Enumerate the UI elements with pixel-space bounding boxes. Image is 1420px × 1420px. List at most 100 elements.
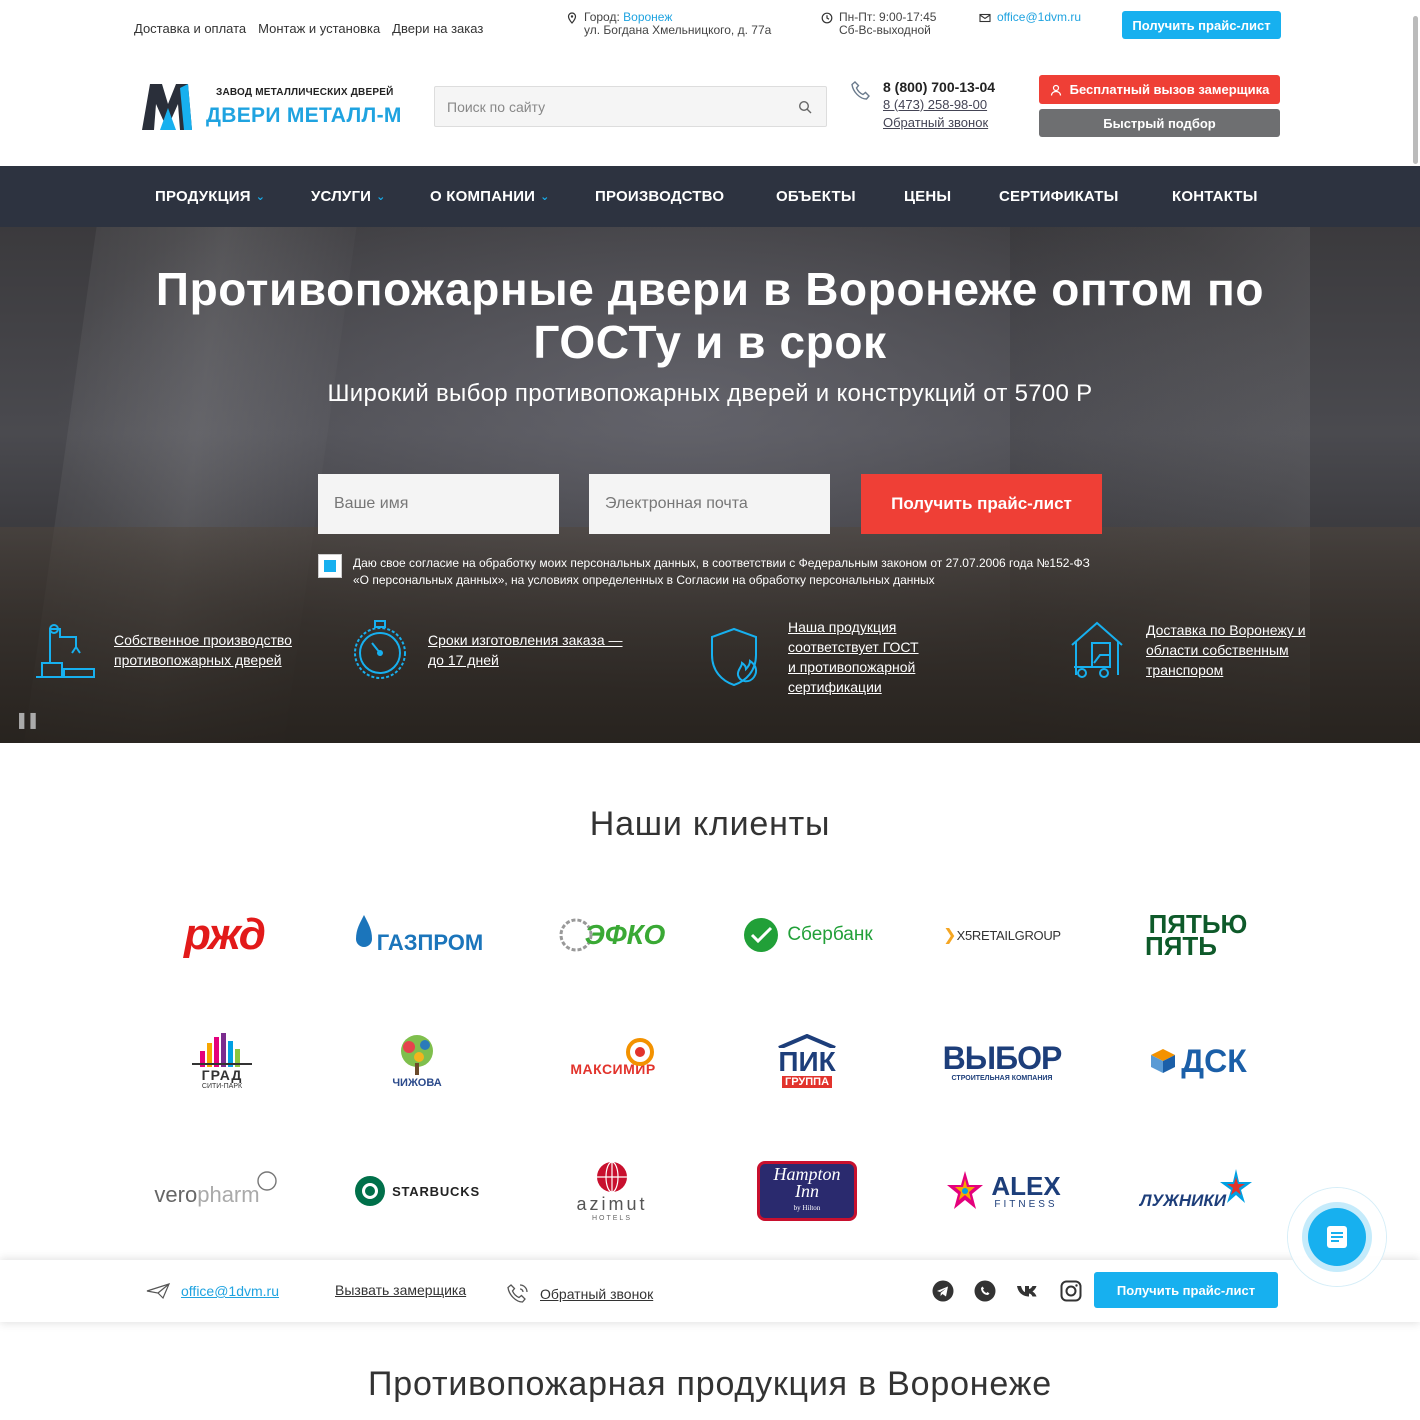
- client-logo-text: X5RETAILGROUP: [956, 927, 1062, 943]
- feature-production[interactable]: Собственное производство противопожарных…: [34, 619, 292, 681]
- chevron-down-icon: ⌄: [540, 191, 550, 203]
- top-email-link[interactable]: office@1dvm.ru: [997, 11, 1081, 24]
- nav-certificates[interactable]: СЕРТИФИКАТЫ: [999, 188, 1118, 205]
- phone-call-icon: [507, 1284, 528, 1303]
- client-logo-text: vero: [154, 1182, 198, 1207]
- link-custom-doors[interactable]: Двери на заказ: [392, 21, 483, 36]
- link-delivery[interactable]: Доставка и оплата: [134, 21, 246, 36]
- company-logo[interactable]: ЗАВОД МЕТАЛЛИЧЕСКИХ ДВЕРЕЙ ДВЕРИ МЕТАЛЛ-…: [140, 78, 410, 132]
- logo-mark-icon: [142, 84, 192, 130]
- hero-title-line2: ГОСТу и в срок: [533, 316, 887, 368]
- link-installation[interactable]: Монтаж и установка: [258, 21, 380, 36]
- chat-widget-button[interactable]: [1288, 1188, 1386, 1286]
- bottom-email-link[interactable]: office@1dvm.ru: [181, 1283, 279, 1299]
- feature-production-text: Собственное производство: [114, 632, 292, 648]
- maksimir-swirl-icon: [625, 1038, 654, 1066]
- hero-price-list-button[interactable]: Получить прайс-лист: [861, 474, 1102, 534]
- feature-delivery[interactable]: Доставка по Воронежу и области собственн…: [1066, 619, 1306, 681]
- hero-title: Противопожарные двери в Воронеже оптом п…: [40, 263, 1380, 369]
- alex-star-icon: [947, 1171, 984, 1209]
- phone-local[interactable]: 8 (473) 258-98-00: [883, 96, 995, 114]
- nav-production[interactable]: ПРОИЗВОДСТВО: [595, 188, 724, 205]
- name-input[interactable]: [318, 474, 559, 534]
- client-logo-text: ЭФКО: [584, 919, 666, 950]
- quick-pick-button[interactable]: Быстрый подбор: [1039, 109, 1280, 137]
- products-section-title: Противопожарная продукция в Воронеже: [368, 1365, 1052, 1403]
- feature-delivery-text: области собственным: [1146, 642, 1289, 658]
- bottom-measure[interactable]: Вызвать замерщика: [335, 1282, 466, 1298]
- client-logo-grad: ГРАД СИТИ-ПАРК: [142, 1026, 302, 1096]
- nav-about[interactable]: О КОМПАНИИ ⌄: [430, 188, 550, 205]
- client-logo-alex-fitness: ALEX FITNESS: [922, 1156, 1082, 1226]
- city-block: Город: Воронеж ул. Богдана Хмельницкого,…: [566, 11, 771, 37]
- chizhova-tree-icon: [401, 1035, 433, 1075]
- slider-pause-icon[interactable]: ❚❚: [15, 710, 40, 730]
- nav-prices[interactable]: ЦЕНЫ: [904, 188, 951, 205]
- client-logo-azimut: azimut HOTELS: [532, 1156, 692, 1226]
- clients-title: Наши клиенты: [589, 805, 831, 843]
- chevron-down-icon: ⌄: [376, 191, 386, 203]
- bottom-email[interactable]: office@1dvm.ru: [145, 1282, 279, 1300]
- client-logo-text: ЛУЖНИКИ: [1139, 1191, 1227, 1210]
- top-price-list-button[interactable]: Получить прайс-лист: [1122, 11, 1281, 39]
- bottom-measure-link[interactable]: Вызвать замерщика: [335, 1282, 466, 1298]
- factory-robot-icon: [36, 624, 95, 678]
- top-bar: Доставка и оплата Монтаж и установка Две…: [0, 0, 1420, 52]
- telegram-icon[interactable]: [932, 1280, 954, 1302]
- client-logo-text: Hampton: [773, 1163, 841, 1184]
- hero-banner: Противопожарные двери в Воронеже оптом п…: [0, 227, 1420, 743]
- logo-subtitle: ЗАВОД МЕТАЛЛИЧЕСКИХ ДВЕРЕЙ: [216, 87, 394, 98]
- phones-block: 8 (800) 700-13-04 8 (473) 258-98-00 Обра…: [883, 78, 995, 132]
- paper-plane-icon: [146, 1283, 171, 1300]
- mail-icon: [979, 13, 991, 23]
- instagram-icon[interactable]: [1060, 1280, 1082, 1302]
- vk-icon[interactable]: [1016, 1280, 1038, 1302]
- location-pin-icon: [567, 12, 577, 24]
- client-logo-text: ПЯТЬ: [1145, 931, 1217, 961]
- hero-subtitle: Широкий выбор противопожарных дверей и к…: [327, 380, 1093, 407]
- client-logo-text: ржд: [184, 910, 266, 959]
- veropharm-circle-icon: [256, 1171, 277, 1191]
- chat-document-icon: [1327, 1226, 1347, 1248]
- client-logo-text: ГРАД: [201, 1066, 243, 1083]
- city-selector[interactable]: Воронеж: [623, 10, 672, 24]
- client-logo-text: Сбербанк: [787, 924, 873, 945]
- client-logo-starbucks: STARBUCKS: [337, 1156, 497, 1226]
- feature-terms-text: до 17 дней: [428, 652, 499, 668]
- consent-checkbox[interactable]: [318, 554, 342, 578]
- nav-products-label: ПРОДУКЦИЯ: [155, 188, 251, 205]
- client-logo-chizhova: ЧИЖОВА: [337, 1026, 497, 1096]
- nav-products[interactable]: ПРОДУКЦИЯ ⌄: [155, 188, 265, 205]
- client-logo-text: СТРОИТЕЛЬНАЯ КОМПАНИЯ: [951, 1074, 1053, 1082]
- search-input[interactable]: [435, 87, 826, 126]
- search-icon[interactable]: [798, 100, 812, 114]
- email-input[interactable]: [589, 474, 830, 534]
- client-logo-hampton: Hampton Inn by Hilton: [727, 1156, 887, 1226]
- azimut-globe-icon: [597, 1161, 627, 1193]
- phone-main[interactable]: 8 (800) 700-13-04: [883, 78, 995, 96]
- client-logo-pik: ПИК ГРУППА: [727, 1026, 887, 1096]
- bottom-callback[interactable]: Обратный звонок: [506, 1282, 653, 1306]
- bottom-callback-link[interactable]: Обратный звонок: [540, 1286, 653, 1302]
- whatsapp-icon[interactable]: [974, 1280, 996, 1302]
- starbucks-siren-icon: [355, 1176, 386, 1206]
- feature-gost[interactable]: Наша продукция соответствует ГОСТ и прот…: [706, 617, 919, 697]
- address: ул. Богдана Хмельницкого, д. 77а: [584, 23, 772, 37]
- hours-block: Пн-Пт: 9:00-17:45 Сб-Вс-выходной: [821, 11, 936, 37]
- client-logo-text: FITNESS: [994, 1198, 1058, 1210]
- sberbank-logo-icon: [744, 918, 779, 952]
- measure-call-button[interactable]: Бесплатный вызов замерщика: [1039, 75, 1280, 104]
- nav-services-label: УСЛУГИ: [311, 188, 372, 205]
- nav-objects[interactable]: ОБЪЕКТЫ: [776, 188, 856, 205]
- nav-contacts[interactable]: КОНТАКТЫ: [1172, 188, 1258, 205]
- feature-terms[interactable]: Сроки изготовления заказа — до 17 дней: [350, 619, 623, 681]
- hampton-badge: Hampton Inn by Hilton: [757, 1161, 857, 1221]
- callback-link[interactable]: Обратный звонок: [883, 114, 995, 132]
- nav-services[interactable]: УСЛУГИ ⌄: [311, 188, 386, 205]
- client-logo-dsk: ДСК: [1118, 1026, 1278, 1096]
- fire-shield-icon: [711, 627, 758, 687]
- client-logo-text: ВЫБОР: [942, 1039, 1063, 1076]
- client-logo-x5: ❯ X5RETAILGROUP: [922, 900, 1082, 970]
- gazprom-flame-icon: [355, 915, 372, 947]
- bottom-price-list-button[interactable]: Получить прайс-лист: [1094, 1272, 1278, 1308]
